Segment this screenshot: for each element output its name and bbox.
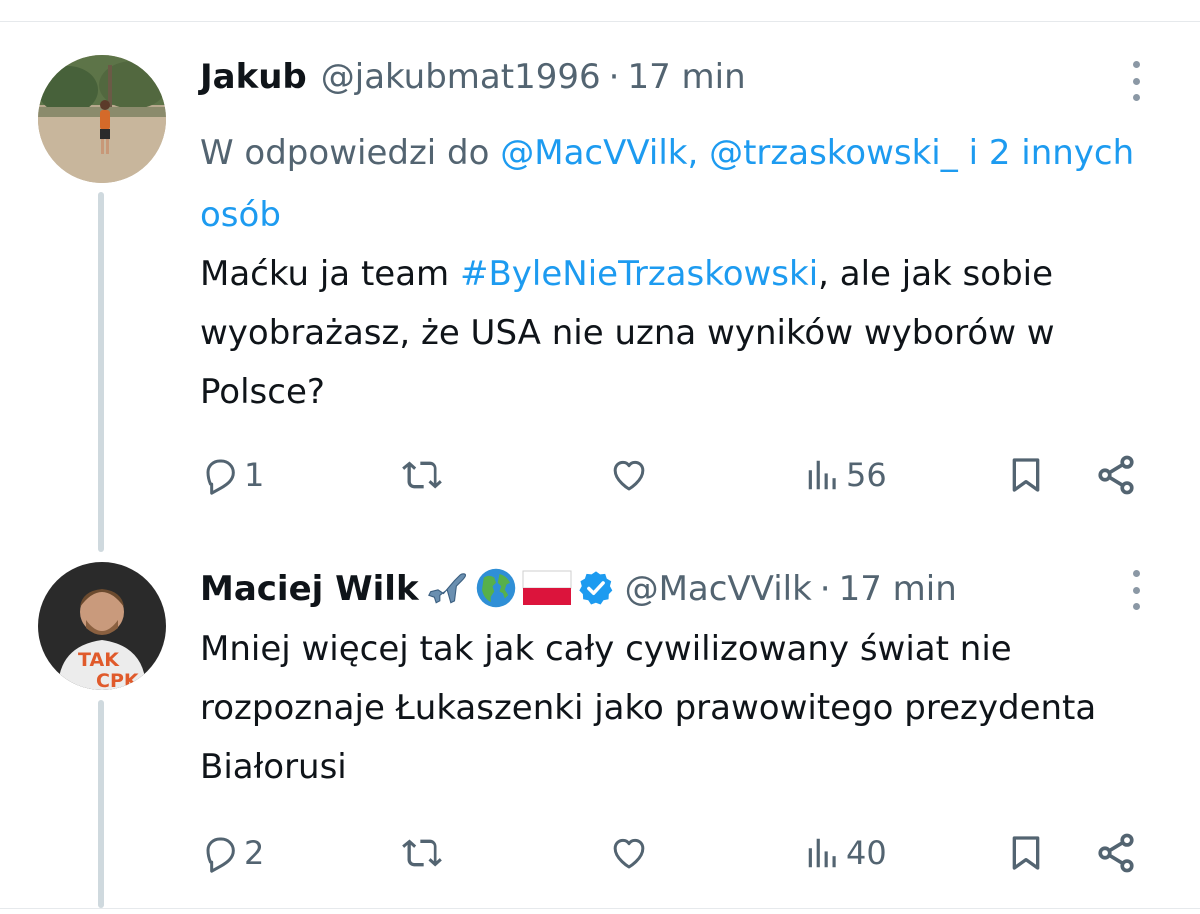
retweet-button[interactable] bbox=[400, 450, 444, 500]
reply-button[interactable]: 1 bbox=[200, 450, 264, 500]
globe-americas-icon bbox=[475, 567, 517, 620]
heart-icon bbox=[613, 460, 645, 491]
views-count: 56 bbox=[846, 456, 887, 494]
bookmark-icon bbox=[1012, 458, 1040, 492]
top-divider bbox=[0, 21, 1200, 22]
poland-flag-icon bbox=[521, 569, 573, 618]
share-button[interactable] bbox=[1094, 828, 1138, 878]
reply-prefix: W odpowiedzi do bbox=[200, 133, 501, 173]
author-handle[interactable]: @MacVVilk bbox=[625, 567, 812, 611]
action-bar: 1 56 bbox=[200, 450, 1150, 500]
views-button[interactable]: 40 bbox=[804, 828, 887, 878]
dot-separator: · bbox=[819, 569, 831, 609]
views-icon bbox=[808, 838, 836, 868]
svg-text:TAK: TAK bbox=[78, 649, 120, 671]
avatar[interactable]: TAK CPK bbox=[38, 562, 166, 690]
name-emojis bbox=[427, 567, 619, 620]
tweet-text: Mniej więcej tak jak cały cywilizowany ś… bbox=[200, 629, 1097, 787]
thread-line bbox=[98, 700, 104, 908]
reply-icon bbox=[206, 837, 235, 873]
tweet-header: Maciej Wilk @MacVVilk · 17 min bbox=[200, 567, 957, 620]
views-button[interactable]: 56 bbox=[804, 450, 887, 500]
avatar[interactable] bbox=[38, 55, 166, 183]
retweet-icon bbox=[402, 839, 442, 867]
reply-context: W odpowiedzi do @MacVVilk, @trzaskowski_… bbox=[200, 122, 1170, 246]
more-options-icon[interactable] bbox=[1132, 61, 1140, 101]
share-icon bbox=[1098, 455, 1134, 495]
tweet-text-start: Maćku ja team bbox=[200, 254, 460, 294]
bottom-divider bbox=[0, 908, 1200, 909]
heart-icon bbox=[613, 838, 645, 869]
thread-line bbox=[98, 192, 104, 552]
verified-badge-icon[interactable] bbox=[577, 569, 615, 618]
retweet-icon bbox=[402, 461, 442, 489]
views-icon bbox=[808, 460, 836, 490]
views-count: 40 bbox=[846, 834, 887, 872]
reply-count: 1 bbox=[244, 456, 265, 494]
hashtag-link[interactable]: #ByleNieTrzaskowski bbox=[460, 254, 818, 294]
reply-count: 2 bbox=[244, 834, 265, 872]
tweet-header: Jakub @jakubmat1996 · 17 min bbox=[200, 55, 746, 99]
bookmark-button[interactable] bbox=[1006, 450, 1046, 500]
airplane-emoji-icon bbox=[427, 569, 471, 618]
like-button[interactable] bbox=[608, 828, 650, 878]
bookmark-icon bbox=[1012, 836, 1040, 870]
reply-mention-macvvilk[interactable]: @MacVVilk, bbox=[500, 133, 698, 173]
dot-separator: · bbox=[608, 57, 620, 97]
timestamp[interactable]: 17 min bbox=[839, 567, 957, 611]
reply-icon bbox=[206, 459, 235, 495]
author-name[interactable]: Jakub bbox=[200, 55, 307, 99]
reply-mention-trzaskowski[interactable]: @trzaskowski_ bbox=[709, 133, 958, 173]
retweet-button[interactable] bbox=[400, 828, 444, 878]
share-icon bbox=[1098, 833, 1134, 873]
bookmark-button[interactable] bbox=[1006, 828, 1046, 878]
like-button[interactable] bbox=[608, 450, 650, 500]
timestamp[interactable]: 17 min bbox=[627, 55, 745, 99]
author-handle[interactable]: @jakubmat1996 bbox=[321, 55, 601, 99]
author-name[interactable]: Maciej Wilk bbox=[200, 567, 419, 611]
tweet-text: Maćku ja team #ByleNieTrzaskowski, ale j… bbox=[200, 245, 1160, 422]
more-options-icon[interactable] bbox=[1132, 570, 1140, 610]
action-bar: 2 40 bbox=[200, 828, 1150, 878]
svg-text:CPK: CPK bbox=[96, 670, 140, 690]
reply-button[interactable]: 2 bbox=[200, 828, 264, 878]
share-button[interactable] bbox=[1094, 450, 1138, 500]
